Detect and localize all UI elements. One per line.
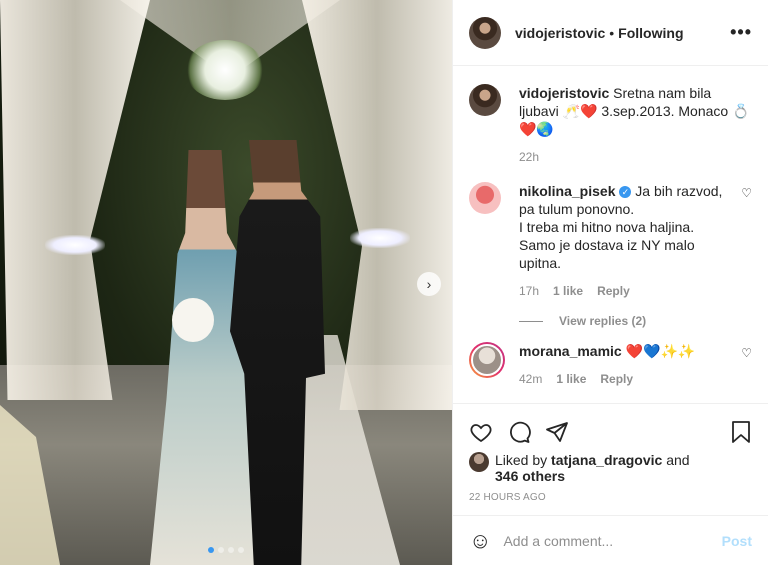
comments-list: vidojeristovic Sretna nam bila ljubavi 🥂… [453, 66, 768, 403]
comment-body: nikolina_pisek ✓ Ja bih razvod, pa tulum… [519, 182, 738, 300]
comment-bubble-icon[interactable] [507, 420, 531, 444]
comment-likes[interactable]: 1 like [556, 372, 586, 386]
carousel-dot [238, 547, 244, 553]
commenter-avatar[interactable] [469, 182, 501, 214]
comment-text: ❤️💙✨✨ [625, 343, 696, 359]
caption-username[interactable]: vidojeristovic [519, 85, 609, 101]
comment-item: morana_mamic ❤️💙✨✨ 42m 1 like Reply ♡ [469, 342, 752, 388]
header-text: vidojeristovic • Following [515, 25, 730, 41]
like-heart-icon[interactable] [469, 420, 493, 444]
add-comment-bar: ☺ Post [453, 515, 768, 565]
share-paper-plane-icon[interactable] [545, 420, 569, 444]
view-replies-label[interactable]: View replies (2) [559, 314, 646, 328]
comment-like-heart-icon[interactable]: ♡ [738, 186, 752, 300]
comment-meta: 42m 1 like Reply [519, 370, 738, 388]
emoji-smiley-icon[interactable]: ☺ [469, 528, 491, 554]
liked-by-user[interactable]: tatjana_dragovic [551, 452, 662, 468]
post-panel: vidojeristovic • Following ••• vidojeristo… [452, 0, 768, 565]
post-header: vidojeristovic • Following ••• [453, 0, 768, 66]
comment-like-heart-icon[interactable]: ♡ [738, 346, 752, 388]
comment-time: 42m [519, 372, 543, 386]
carousel-dot [218, 547, 224, 553]
photo-flowers [185, 40, 265, 100]
bookmark-icon[interactable] [730, 420, 752, 444]
comment-time: 17h [519, 284, 540, 298]
comment-meta: 17h 1 like Reply [519, 282, 738, 300]
caption-time: 22h [519, 150, 540, 164]
action-icons [469, 412, 752, 452]
carousel-dots [0, 547, 452, 553]
following-button[interactable]: Following [618, 25, 683, 41]
photo-curtain-left [0, 0, 150, 400]
liker-avatar[interactable] [469, 452, 489, 472]
author-avatar[interactable] [469, 84, 501, 116]
commenter-avatar-story[interactable] [469, 342, 505, 378]
add-comment-input[interactable] [503, 532, 722, 549]
author-avatar[interactable] [469, 16, 501, 49]
caption: vidojeristovic Sretna nam bila ljubavi 🥂… [469, 84, 752, 166]
post-actions: Liked by tatjana_dragovic and 346 others… [453, 403, 768, 515]
reply-button[interactable]: Reply [600, 372, 633, 386]
carousel-dot [228, 547, 234, 553]
comment-username[interactable]: nikolina_pisek [519, 183, 615, 199]
view-replies[interactable]: View replies (2) [519, 314, 752, 328]
verified-badge-icon: ✓ [619, 186, 632, 199]
liked-by-prefix: Liked by [495, 452, 552, 468]
separator-dot: • [609, 24, 615, 41]
more-options-icon[interactable]: ••• [730, 22, 752, 43]
carousel-dot [208, 547, 214, 553]
others-count[interactable]: 346 others [495, 468, 565, 484]
caption-body: vidojeristovic Sretna nam bila ljubavi 🥂… [519, 84, 752, 166]
replies-line [519, 320, 543, 322]
comment-likes[interactable]: 1 like [553, 284, 583, 298]
comment-username[interactable]: morana_mamic [519, 343, 622, 359]
photo-lights [45, 235, 105, 255]
post-photo[interactable]: › [0, 0, 452, 565]
liked-by-text: Liked by tatjana_dragovic and 346 others [495, 452, 690, 484]
post-timestamp[interactable]: 22 HOURS AGO [469, 492, 752, 503]
comment-body: morana_mamic ❤️💙✨✨ 42m 1 like Reply [519, 342, 738, 388]
comment-item: nikolina_pisek ✓ Ja bih razvod, pa tulum… [469, 182, 752, 300]
photo-lights [350, 228, 410, 248]
reply-button[interactable]: Reply [597, 284, 630, 298]
photo-bouquet [172, 298, 214, 342]
author-username[interactable]: vidojeristovic [515, 25, 605, 41]
post-button[interactable]: Post [722, 533, 752, 549]
liked-by-and: and [662, 452, 690, 468]
liked-by: Liked by tatjana_dragovic and 346 others [469, 452, 752, 484]
next-slide-button[interactable]: › [417, 272, 441, 296]
